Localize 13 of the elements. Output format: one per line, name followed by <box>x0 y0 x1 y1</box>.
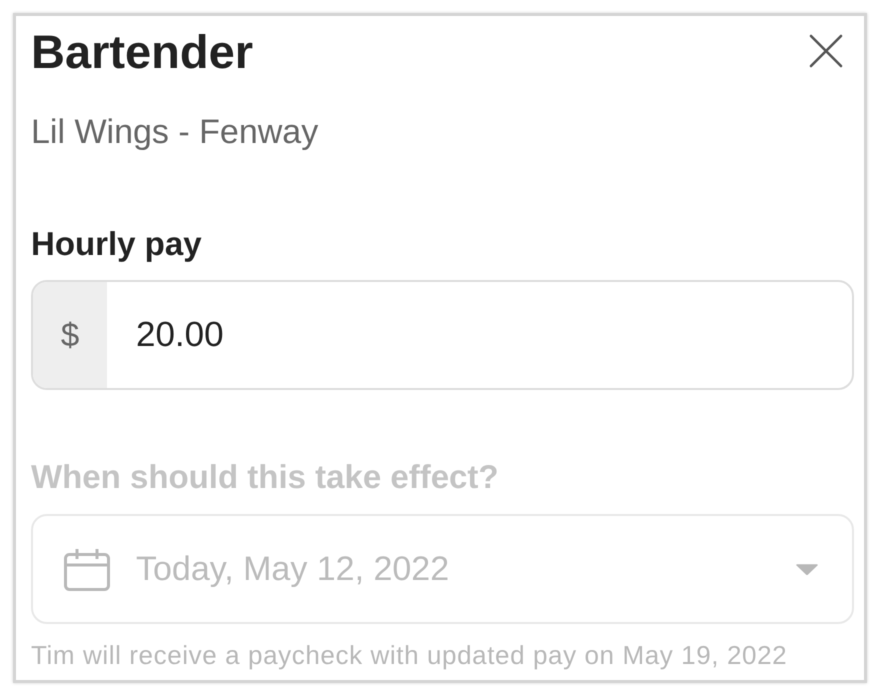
dialog-subtitle: Lil Wings - Fenway <box>31 112 320 152</box>
field-label: When should this take effect? <box>31 457 500 497</box>
close-button[interactable] <box>807 32 845 70</box>
hourly-pay-field[interactable]: $ 20.00 <box>31 280 854 390</box>
dialog-title: Bartender <box>31 26 254 78</box>
calendar-icon <box>64 548 110 590</box>
hourly-pay-value: 20.00 <box>136 314 224 356</box>
currency-prefix: $ <box>33 282 107 388</box>
caret-icon <box>796 564 818 574</box>
close-icon <box>809 34 843 68</box>
helper-text: Tim will receive a paycheck with updated pay on May 19, 2022 <box>31 639 788 671</box>
date-value: Today, May 12, 2022 <box>136 549 450 590</box>
field-label: Hourly pay <box>31 224 203 264</box>
